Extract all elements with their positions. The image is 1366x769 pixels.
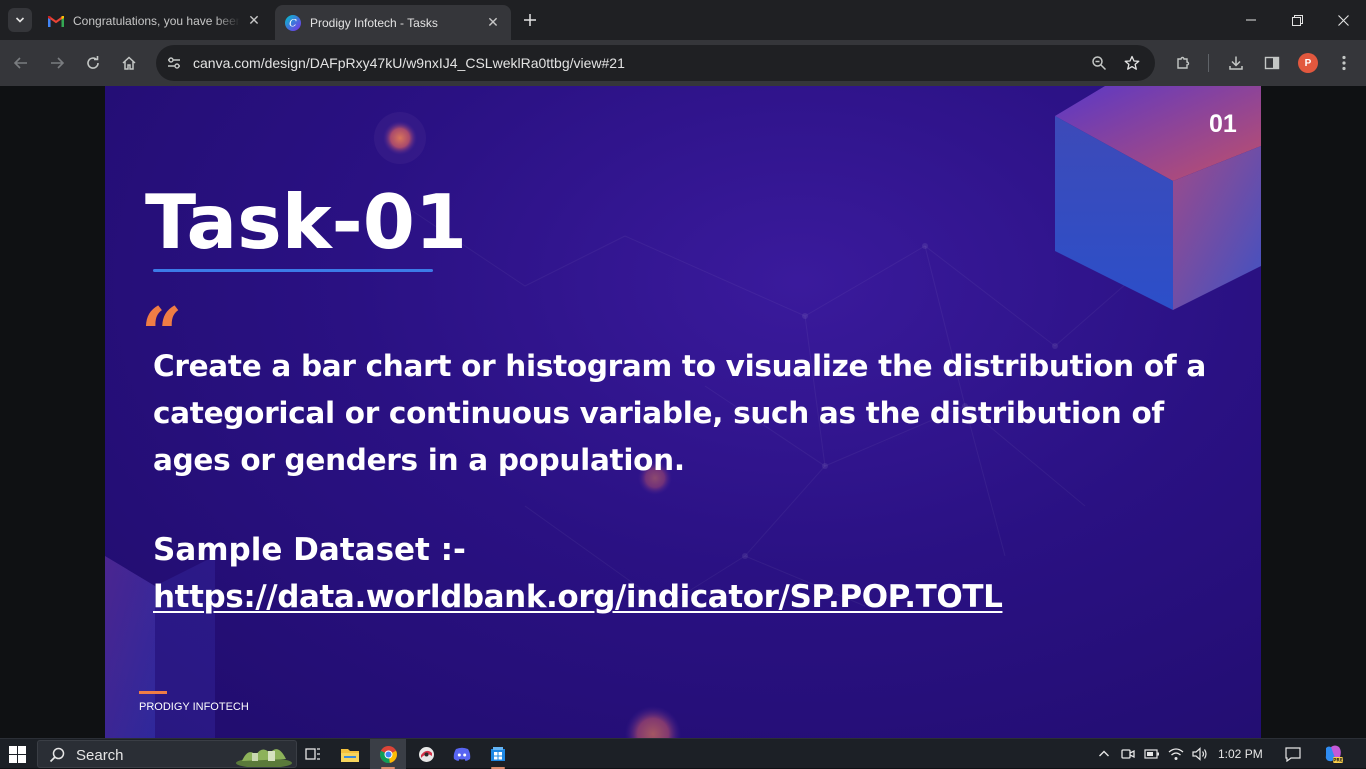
- forward-button[interactable]: [44, 50, 70, 76]
- toolbar-divider: [1208, 54, 1209, 72]
- media-player-icon: [418, 746, 434, 762]
- gmail-icon: [48, 13, 64, 29]
- close-tab-icon[interactable]: ✕: [485, 14, 501, 31]
- file-explorer-app[interactable]: [332, 739, 368, 769]
- notifications-icon[interactable]: [1284, 745, 1302, 763]
- task-view-button[interactable]: [295, 739, 331, 769]
- show-hidden-icons-button[interactable]: [1095, 745, 1113, 763]
- home-button[interactable]: [116, 50, 142, 76]
- tab-title: Prodigy Infotech - Tasks: [310, 15, 438, 30]
- wifi-icon[interactable]: [1167, 745, 1185, 763]
- kebab-menu-icon: [1342, 55, 1346, 71]
- taskbar-search[interactable]: Search: [37, 740, 297, 768]
- slide-title: Task-01: [145, 178, 468, 266]
- slide-number: 01: [1209, 110, 1237, 138]
- address-bar[interactable]: canva.com/design/DAFpRxy47kU/w9nxIJ4_CSL…: [156, 45, 1155, 81]
- search-highlight-art: [236, 749, 292, 767]
- store-app[interactable]: [480, 739, 516, 769]
- search-icon: [48, 746, 66, 764]
- close-window-button[interactable]: [1320, 0, 1366, 40]
- taskbar-clock[interactable]: 1:02 PM: [1218, 747, 1263, 761]
- dataset-label: Sample Dataset :-: [153, 532, 466, 568]
- new-tab-button[interactable]: [518, 8, 542, 32]
- plus-icon: [524, 14, 536, 26]
- chevron-up-icon: [1099, 750, 1109, 757]
- zoom-icon[interactable]: [1089, 53, 1109, 73]
- chevron-down-icon: [15, 17, 25, 23]
- home-icon: [122, 56, 136, 70]
- dataset-link[interactable]: https://data.worldbank.org/indicator/SP.…: [153, 579, 1003, 615]
- forward-arrow-icon: [51, 57, 65, 69]
- footer-accent-line: [139, 691, 167, 694]
- svg-text:PRE: PRE: [1333, 758, 1343, 763]
- reload-icon: [87, 56, 99, 69]
- back-button[interactable]: [8, 50, 34, 76]
- browser-menu-button[interactable]: [1331, 50, 1357, 76]
- extensions-button[interactable]: [1170, 50, 1196, 76]
- tab-search-button[interactable]: [8, 8, 32, 32]
- url-text: canva.com/design/DAFpRxy47kU/w9nxIJ4_CSL…: [193, 55, 625, 71]
- copilot-icon[interactable]: PRE: [1322, 745, 1344, 763]
- chrome-icon: [379, 745, 397, 763]
- reload-button[interactable]: [80, 50, 106, 76]
- folder-icon: [341, 748, 359, 762]
- page-viewport: 01 Task-01 “ Create a bar chart or histo…: [0, 86, 1366, 738]
- store-icon: [491, 747, 505, 761]
- downloads-button[interactable]: [1223, 50, 1249, 76]
- chrome-app[interactable]: [370, 739, 406, 769]
- tab-gmail[interactable]: Congratulations, you have been ✕: [38, 5, 272, 36]
- restore-icon: [1291, 14, 1303, 26]
- back-arrow-icon: [13, 57, 27, 69]
- side-panel-icon: [1264, 56, 1280, 70]
- profile-avatar[interactable]: P: [1298, 53, 1318, 73]
- restore-button[interactable]: [1274, 0, 1320, 40]
- site-info-icon[interactable]: [164, 53, 184, 73]
- close-icon: [1337, 14, 1349, 26]
- battery-icon[interactable]: [1143, 745, 1161, 763]
- windows-taskbar: Search 1:02 PM PRE: [0, 738, 1366, 769]
- start-button[interactable]: [6, 744, 28, 764]
- download-icon: [1229, 56, 1243, 70]
- canva-icon: C: [285, 14, 301, 31]
- media-app[interactable]: [408, 739, 444, 769]
- search-label: Search: [76, 747, 124, 764]
- windows-logo-icon: [8, 745, 26, 763]
- task-view-icon: [305, 748, 320, 760]
- bookmark-star-icon[interactable]: [1122, 53, 1142, 73]
- discord-icon: [453, 747, 471, 761]
- svg-text:C: C: [289, 18, 297, 29]
- browser-toolbar: canva.com/design/DAFpRxy47kU/w9nxIJ4_CSL…: [0, 40, 1366, 86]
- title-underline: [153, 269, 433, 272]
- tab-title: Congratulations, you have been: [73, 13, 240, 28]
- side-panel-button[interactable]: [1259, 50, 1285, 76]
- tab-prodigy-tasks[interactable]: C Prodigy Infotech - Tasks ✕: [275, 5, 511, 40]
- discord-app[interactable]: [444, 739, 480, 769]
- minimize-icon: [1246, 19, 1256, 21]
- meet-now-icon[interactable]: [1119, 745, 1137, 763]
- presentation-slide: 01 Task-01 “ Create a bar chart or histo…: [105, 86, 1261, 738]
- minimize-button[interactable]: [1228, 0, 1274, 40]
- volume-icon[interactable]: [1191, 745, 1209, 763]
- task-description: Create a bar chart or histogram to visua…: [153, 349, 1206, 477]
- footer-brand: PRODIGY INFOTECH: [139, 701, 249, 713]
- close-tab-icon[interactable]: ✕: [246, 12, 262, 29]
- tab-strip: Congratulations, you have been ✕ C Prodi…: [0, 0, 1366, 40]
- puzzle-icon: [1177, 56, 1190, 69]
